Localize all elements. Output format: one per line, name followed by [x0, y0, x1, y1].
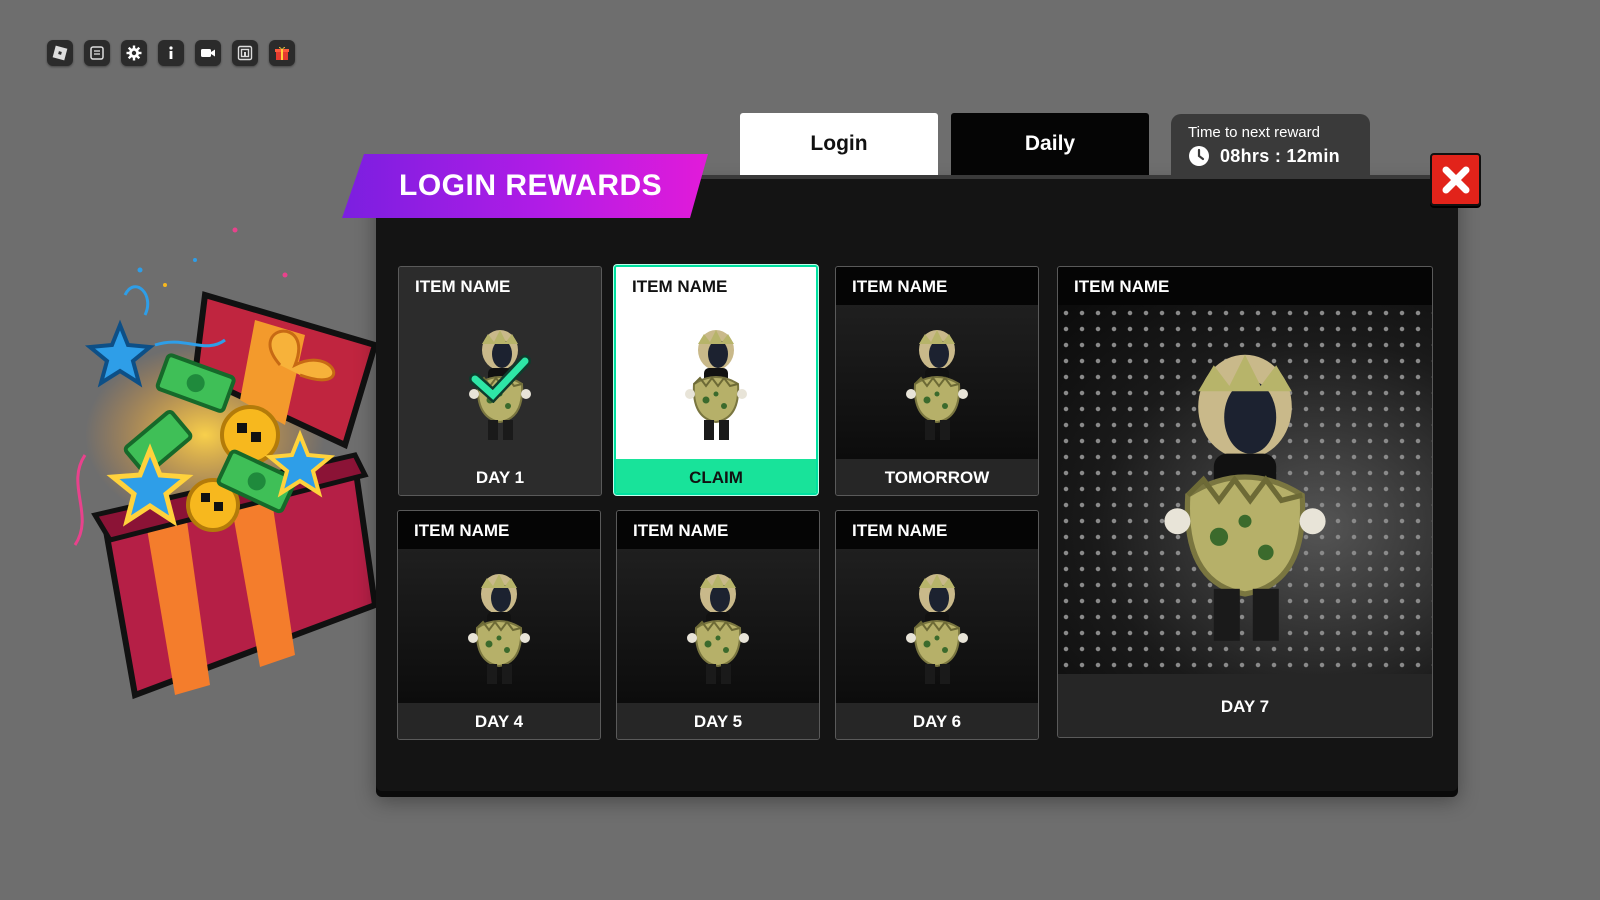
item-name: ITEM NAME [836, 511, 1038, 549]
item-name: ITEM NAME [398, 511, 600, 549]
item-image [836, 549, 1038, 703]
avatar-image [905, 329, 969, 441]
avatar-image [686, 573, 750, 685]
roblox-logo-icon[interactable] [47, 40, 73, 66]
item-image [398, 549, 600, 703]
reward-card-day-5[interactable]: ITEM NAME DAY 5 [616, 510, 820, 740]
gift-box-illustration [73, 227, 379, 700]
panel-title: LOGIN REWARDS [399, 169, 663, 202]
timer-value: 08hrs : 12min [1220, 145, 1340, 166]
reward-card-claim[interactable]: ITEM NAME CLAIM [614, 265, 818, 495]
gift-icon[interactable] [269, 40, 295, 66]
close-button[interactable] [1430, 153, 1481, 206]
item-image [617, 549, 819, 703]
avatar-image [684, 329, 748, 441]
claim-button[interactable]: CLAIM [616, 459, 816, 493]
card-footer: DAY 6 [836, 703, 1038, 739]
card-footer: TOMORROW [836, 459, 1038, 495]
reward-card-day-6[interactable]: ITEM NAME DAY 6 [835, 510, 1039, 740]
reward-card-day-1[interactable]: ITEM NAME DAY 1 [398, 266, 602, 496]
gear-icon[interactable] [121, 40, 147, 66]
reward-timer: Time to next reward 08hrs : 12min [1171, 114, 1370, 175]
reward-card-tomorrow[interactable]: ITEM NAME TOMORROW [835, 266, 1039, 496]
card-footer: DAY 5 [617, 703, 819, 739]
item-name: ITEM NAME [836, 267, 1038, 305]
tab-login[interactable]: Login [740, 113, 938, 175]
item-name: ITEM NAME [399, 267, 601, 305]
item-image [616, 305, 816, 459]
item-name: ITEM NAME [617, 511, 819, 549]
timer-label: Time to next reward [1188, 124, 1320, 141]
title-banner: LOGIN REWARDS [342, 154, 708, 218]
card-footer: DAY 7 [1058, 674, 1432, 737]
item-image [836, 305, 1038, 459]
item-image [399, 305, 601, 459]
info-icon[interactable] [158, 40, 184, 66]
top-toolbar [47, 40, 295, 66]
close-icon [1442, 166, 1469, 193]
avatar-image [905, 573, 969, 685]
check-icon [469, 355, 531, 403]
clock-icon [1189, 146, 1209, 166]
emote-icon[interactable] [232, 40, 258, 66]
avatar-image [467, 573, 531, 685]
avatar-image [1115, 320, 1375, 660]
card-footer: DAY 4 [398, 703, 600, 739]
item-name: ITEM NAME [616, 267, 816, 305]
reward-card-day-7[interactable]: ITEM NAME DAY 7 [1057, 266, 1433, 738]
reward-card-day-4[interactable]: ITEM NAME DAY 4 [397, 510, 601, 740]
chat-icon[interactable] [84, 40, 110, 66]
camera-icon[interactable] [195, 40, 221, 66]
tab-daily[interactable]: Daily [951, 113, 1149, 175]
item-name: ITEM NAME [1058, 267, 1432, 305]
item-image [1058, 305, 1432, 674]
card-footer: DAY 1 [399, 459, 601, 495]
